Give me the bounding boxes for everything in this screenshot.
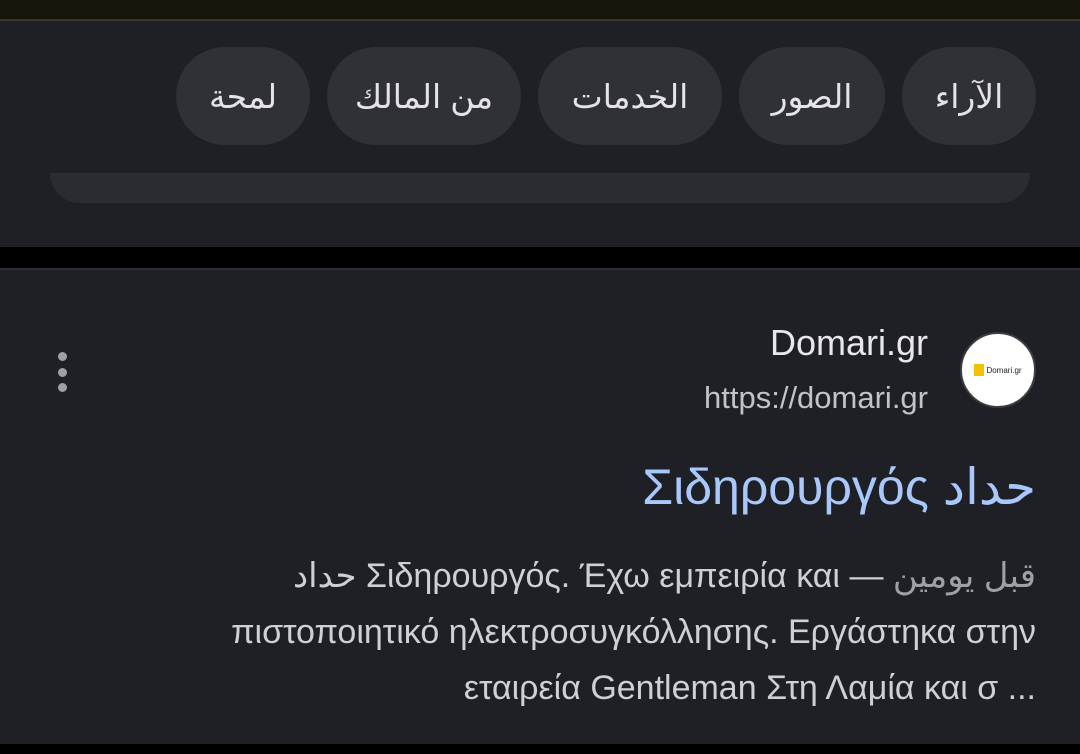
snippet-text-1: حداد Σιδηρουργός. Έχω εμπειρία και [293,557,840,595]
result-snippet: حداد Σιδηρουργός. Έχω εμπειρία και — قبل… [76,548,1036,716]
business-card-top: الآراء الصور الخدمات من المالك لمحة [0,21,1080,247]
result-date: قبل يومين [892,557,1036,595]
search-results-screen: الآراء الصور الخدمات من المالك لمحة Doma… [0,0,1080,754]
dot [57,352,67,361]
result-url[interactable]: https://domari.gr [704,380,928,416]
more-options-icon[interactable] [52,352,72,392]
dot [57,383,67,392]
chip-row: الآراء الصور الخدمات من المالك لمحة [176,47,1036,145]
top-strip [0,0,1080,21]
chip-reviews[interactable]: الآراء [902,47,1036,145]
snippet-line-3: εταιρεία Gentleman Στη Λαμία και σ ... [463,669,1036,707]
logo-word: Domari.gr [986,365,1022,375]
snippet-line-1: حداد Σιδηρουργός. Έχω εμπειρία και — قبل… [293,557,1036,595]
result-title-link[interactable]: Σιδηρουργός حداد [642,458,1036,516]
chip-from-owner[interactable]: من المالك [327,47,521,145]
snippet-line-2: πιστοποιητικό ηλεκτροσυγκόλλησης. Εργάστ… [231,613,1036,651]
search-result-card: Domari.gr https://domari.gr Domari.gr Σι… [0,268,1080,744]
card-separator [0,247,1080,268]
logo-mark [974,364,985,376]
chip-services[interactable]: الخدمات [538,47,722,145]
chip-overview[interactable]: لمحة [176,47,310,145]
dot [57,367,67,377]
site-favicon-icon[interactable]: Domari.gr [960,332,1036,408]
result-site-name[interactable]: Domari.gr [770,322,928,364]
bottom-separator [0,744,1080,754]
chip-photos[interactable]: الصور [739,47,885,145]
domari-logo-icon: Domari.gr [974,364,1022,376]
card-bottom-edge [50,173,1030,203]
